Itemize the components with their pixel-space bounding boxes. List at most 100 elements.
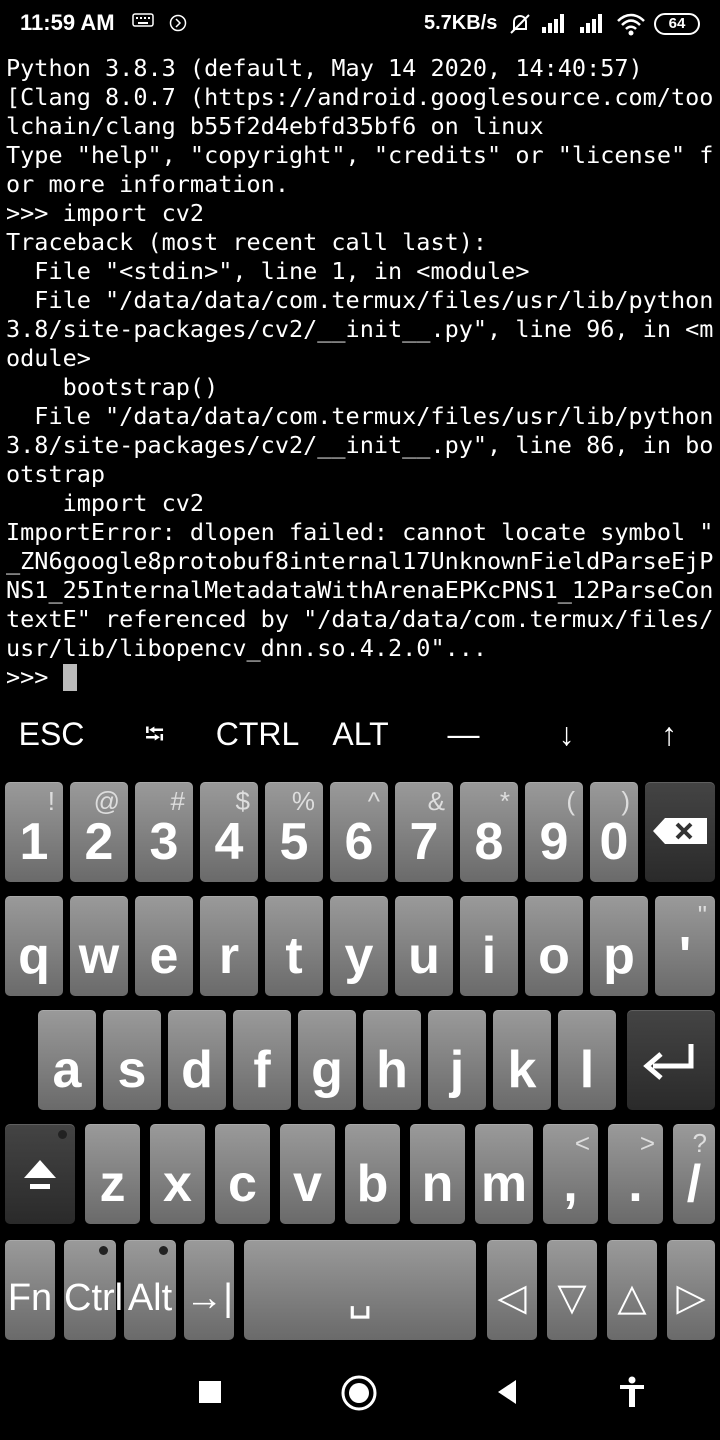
home-button[interactable] — [340, 1374, 378, 1412]
key-5[interactable]: % 5 — [265, 782, 323, 882]
bell-muted-icon — [510, 14, 530, 34]
tab-key[interactable]: ⭾ — [103, 706, 206, 762]
wifi-icon — [617, 13, 645, 36]
key-r[interactable]: r — [200, 896, 258, 996]
terminal-line: lchain/clang b55f2d4ebfd35bf6 on linux — [6, 112, 544, 140]
key-p[interactable]: p — [590, 896, 648, 996]
terminal-line: Python 3.8.3 (default, May 14 2020, 14:4… — [6, 54, 643, 82]
key-9[interactable]: (9 — [525, 782, 583, 882]
key-y[interactable]: y — [330, 896, 388, 996]
key-z[interactable]: z — [85, 1124, 140, 1224]
space-key[interactable]: ␣ — [244, 1240, 476, 1340]
tab-key[interactable]: →| — [184, 1240, 234, 1340]
key-slash[interactable]: ? / — [673, 1124, 715, 1224]
key-1[interactable]: ! 1 — [5, 782, 63, 882]
terminal-line: 3.8/site-packages/cv2/__init__.py", line… — [6, 431, 714, 459]
network-speed: 5.7KB/s — [424, 12, 498, 34]
enter-icon — [643, 1044, 694, 1080]
key-i[interactable]: i — [460, 896, 518, 996]
terminal-line: or more information. — [6, 170, 289, 198]
ctrl-indicator — [99, 1246, 108, 1255]
arrow-left-key[interactable]: ◁ — [487, 1240, 537, 1340]
arrow-down-key[interactable]: ▽ — [547, 1240, 597, 1340]
terminal-line: import cv2 — [6, 489, 205, 517]
square-icon — [199, 1381, 221, 1403]
recents-button[interactable] — [198, 1380, 222, 1404]
key-c[interactable]: c — [215, 1124, 270, 1224]
shift-key[interactable] — [5, 1124, 75, 1224]
key-u[interactable]: u — [395, 896, 453, 996]
terminal-line: NS1_25InternalMetadataWithArenaEPKcPNS1_… — [6, 576, 714, 604]
text-cursor — [62, 664, 77, 691]
alt-key[interactable]: Alt — [124, 1240, 176, 1340]
key-b[interactable]: b — [345, 1124, 400, 1224]
terminal-line: usr/lib/libopencv_dnn.so.4.2.0"... — [6, 634, 488, 662]
status-bar: 11:59 AM 5.7KB/s 64 — [0, 0, 720, 50]
enter-key[interactable] — [627, 1010, 715, 1110]
shift-icon — [24, 1160, 56, 1189]
backspace-key[interactable] — [645, 782, 715, 882]
terminal-line: 3.8/site-packages/cv2/__init__.py", line… — [6, 315, 714, 343]
key-4[interactable]: $4 — [200, 782, 258, 882]
arrow-up-key[interactable]: △ — [607, 1240, 657, 1340]
key-e[interactable]: e — [135, 896, 193, 996]
battery-icon: 64 — [654, 13, 700, 35]
terminal-line: File "/data/data/com.termux/files/usr/li… — [6, 286, 714, 314]
up-arrow-key[interactable]: ↑ — [618, 706, 720, 762]
terminal-line: >>> import cv2 — [6, 199, 205, 227]
accessibility-button[interactable] — [618, 1376, 646, 1408]
circle-icon — [169, 14, 187, 32]
terminal-line: File "<stdin>", line 1, in <module> — [6, 257, 530, 285]
terminal-line: Type "help", "copyright", "credits" or "… — [6, 141, 714, 169]
esc-key[interactable]: ESC — [0, 706, 103, 762]
key-2[interactable]: @2 — [70, 782, 128, 882]
navigation-bar — [0, 1350, 720, 1440]
key-h[interactable]: h — [363, 1010, 421, 1110]
key-f[interactable]: f — [233, 1010, 291, 1110]
key-3[interactable]: #3 — [135, 782, 193, 882]
key-j[interactable]: j — [428, 1010, 486, 1110]
extra-keys-row: ESC ⭾ CTRL ALT — ↓ ↑ — [0, 706, 720, 762]
key-7[interactable]: & 7 — [395, 782, 453, 882]
key-o[interactable]: o — [525, 896, 583, 996]
terminal-line: Traceback (most recent call last): — [6, 228, 488, 256]
terminal-line: _ZN6google8protobuf8internal17UnknownFie… — [6, 547, 714, 575]
backspace-icon — [653, 818, 707, 844]
alt-indicator — [159, 1246, 168, 1255]
key-m[interactable]: m — [475, 1124, 533, 1224]
key-d[interactable]: d — [168, 1010, 226, 1110]
key-a[interactable]: a — [38, 1010, 96, 1110]
key-n[interactable]: n — [410, 1124, 465, 1224]
key-8[interactable]: * 8 — [460, 782, 518, 882]
key-t[interactable]: t — [265, 896, 323, 996]
signal-icon — [542, 14, 564, 33]
key-period[interactable]: >. — [608, 1124, 663, 1224]
down-arrow-key[interactable]: ↓ — [515, 706, 618, 762]
key-g[interactable]: g — [298, 1010, 356, 1110]
ctrl-key[interactable]: Ctrl — [64, 1240, 123, 1340]
dash-key[interactable]: — — [412, 706, 515, 762]
keyboard: ! 1 @2 #3 $4 % 5 ^ 6 & 7 * 8 (9 ) 0 q w e r t … — [0, 772, 720, 1360]
terminal-line: ImportError: dlopen failed: cannot locat… — [6, 518, 714, 546]
terminal-line: odule> — [6, 344, 91, 372]
back-triangle-icon — [498, 1380, 516, 1404]
key-w[interactable]: w — [70, 896, 128, 996]
terminal-output[interactable]: Python 3.8.3 (default, May 14 2020, 14:4… — [6, 54, 720, 694]
key-l[interactable]: l — [558, 1010, 616, 1110]
key-v[interactable]: v — [280, 1124, 335, 1224]
key-q[interactable]: q — [5, 896, 63, 996]
key-x[interactable]: x — [150, 1124, 205, 1224]
key-quote[interactable]: " ' — [655, 896, 715, 996]
alt-key[interactable]: ALT — [309, 706, 412, 762]
accessibility-icon — [620, 1376, 644, 1407]
back-button[interactable] — [494, 1378, 520, 1406]
fn-key[interactable]: Fn — [5, 1240, 55, 1340]
arrow-right-key[interactable]: ▷ — [667, 1240, 715, 1340]
ctrl-key[interactable]: CTRL — [206, 706, 309, 762]
key-comma[interactable]: <, — [543, 1124, 598, 1224]
key-s[interactable]: s — [103, 1010, 161, 1110]
key-k[interactable]: k — [493, 1010, 551, 1110]
key-0[interactable]: ) 0 — [590, 782, 638, 882]
key-6[interactable]: ^ 6 — [330, 782, 388, 882]
signal-icon — [580, 14, 602, 33]
